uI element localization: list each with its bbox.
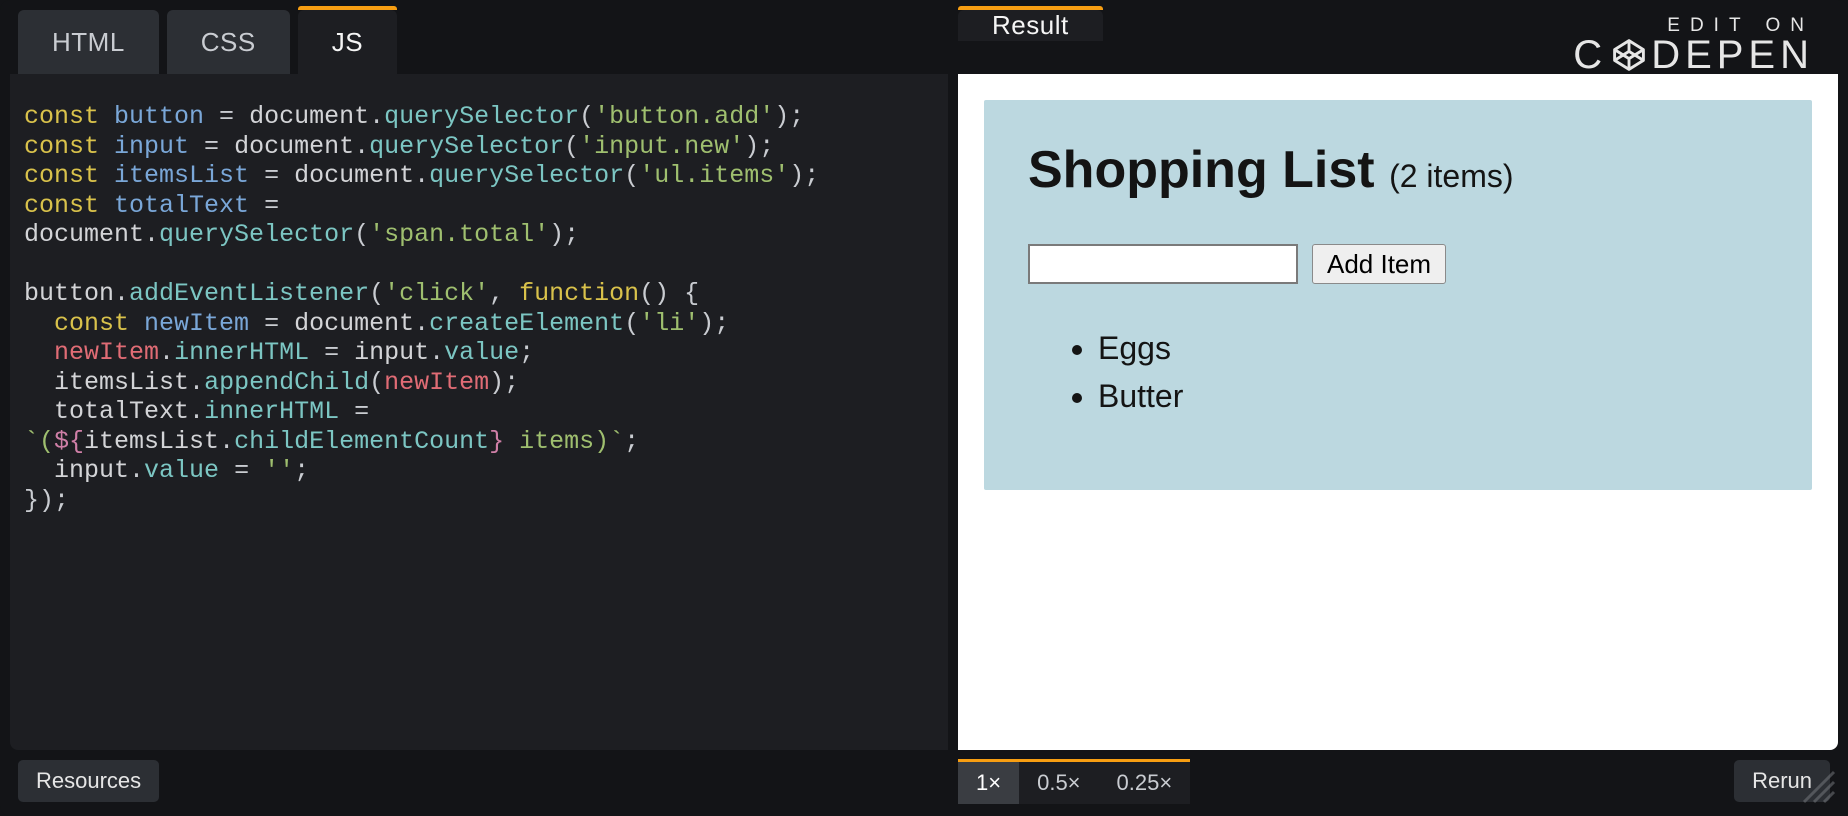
add-item-button[interactable]: Add Item [1312,244,1446,284]
zoom-group: 1× 0.5× 0.25× [958,759,1190,804]
list-item: Eggs [1098,324,1768,372]
zoom-05x[interactable]: 0.5× [1019,762,1098,804]
code-pane: const button = document.querySelector('b… [10,74,948,750]
tab-html[interactable]: HTML [18,10,159,74]
shopping-card: Shopping List (2 items) Add Item Eggs Bu… [984,100,1812,490]
page-title: Shopping List [1028,141,1389,199]
brand-letters-depen: DEPEN [1651,35,1814,75]
codepen-brand[interactable]: EDIT ON C DEPEN [1573,16,1814,75]
resize-handle-icon[interactable] [1796,764,1836,804]
js-editor[interactable]: const button = document.querySelector('b… [10,74,948,750]
codepen-logo-icon [1609,35,1649,75]
zoom-1x[interactable]: 1× [958,762,1019,804]
brand-letter-c: C [1573,35,1607,75]
resources-button[interactable]: Resources [18,760,159,802]
zoom-025x[interactable]: 0.25× [1099,762,1191,804]
list-item: Butter [1098,372,1768,420]
item-count: (2 items) [1389,158,1513,194]
new-item-input[interactable] [1028,244,1298,284]
tab-result[interactable]: Result [958,10,1103,41]
tab-js[interactable]: JS [298,10,397,74]
tab-bar: HTML CSS JS Result EDIT ON C [10,10,1838,74]
result-pane: Shopping List (2 items) Add Item Eggs Bu… [958,74,1838,750]
tab-css[interactable]: CSS [167,10,290,74]
items-list: Eggs Butter [1028,324,1768,420]
bottom-bar: Resources 1× 0.5× 0.25× Rerun [10,750,1838,806]
